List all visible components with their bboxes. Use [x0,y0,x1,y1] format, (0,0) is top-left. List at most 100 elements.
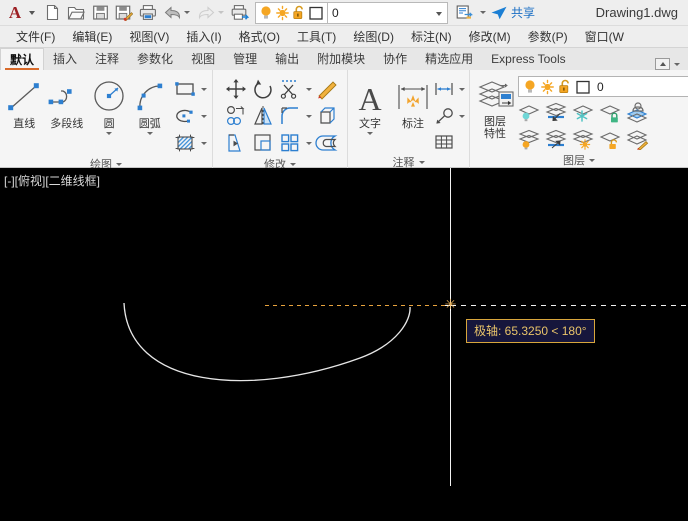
menu-edit[interactable]: 编辑(E) [64,26,121,47]
table-tool[interactable] [432,130,456,154]
leader-tool[interactable] [432,104,456,128]
layer-thaw-all-tool[interactable] [570,126,596,152]
app-menu-chevron-down-icon[interactable] [29,10,35,15]
plot-button[interactable] [136,1,160,25]
hatch-tool[interactable] [172,130,198,156]
workspace-switch-button[interactable] [452,1,476,25]
layer-make-current-tool[interactable] [624,99,650,125]
layer-unisolate-tool[interactable] [543,126,569,152]
leader-chevron-down-icon[interactable] [457,103,466,129]
current-layer-combo[interactable]: 0 [518,76,688,97]
layer-isolate-tool[interactable] [543,99,569,125]
undo-button[interactable] [160,1,184,25]
panel-modify-chevron-down-icon[interactable] [290,162,296,166]
mirror-tool[interactable] [250,103,276,129]
menu-view[interactable]: 视图(V) [121,26,178,47]
array-chevron-down-icon[interactable] [304,130,313,156]
menu-window[interactable]: 窗口(W [577,26,633,47]
tab-collaborate[interactable]: 协作 [374,48,416,70]
rectangle-chevron-down-icon[interactable] [199,76,208,102]
copy-tool[interactable] [223,103,249,129]
color-swatch-white-icon[interactable] [308,5,324,21]
layer-lock-tool[interactable] [597,99,623,125]
padlock-unlocked-icon[interactable] [292,5,306,21]
drawing-canvas[interactable]: [-][俯视][二维线框] ✳ 极轴: 65.3250 < 180° [0,168,688,521]
ribbon-options-chevron-down-icon[interactable] [674,62,680,66]
rotate-tool[interactable] [250,76,276,102]
tab-insert[interactable]: 插入 [44,48,86,70]
tab-output[interactable]: 输出 [266,48,308,70]
menu-draw[interactable]: 绘图(D) [345,26,403,47]
layer-unlock-tool[interactable] [597,126,623,152]
tab-view[interactable]: 视图 [182,48,224,70]
move-tool[interactable] [223,76,249,102]
tab-annotate[interactable]: 注释 [86,48,128,70]
layer-properties-button[interactable]: 图层 特性 [474,74,516,140]
ellipse-tool[interactable] [172,103,198,129]
save-button[interactable] [88,1,112,25]
scale-tool[interactable] [250,130,276,156]
menu-insert[interactable]: 插入(I) [178,26,230,47]
app-logo-button[interactable]: A [2,1,28,25]
menu-format[interactable]: 格式(O) [231,26,289,47]
polyline-tool[interactable]: 多段线 [45,74,89,131]
panel-annotation-chevron-down-icon[interactable] [418,160,425,164]
linear-dimension-tool[interactable] [432,77,456,101]
line-tool[interactable]: 直线 [4,74,45,131]
trim-chevron-down-icon[interactable] [304,76,313,102]
lightbulb-on-icon[interactable] [523,79,537,95]
undo-chevron-down-icon[interactable] [184,11,190,14]
panel-layers-chevron-down-icon[interactable] [589,158,595,162]
fillet-tool[interactable] [277,103,303,129]
share-button[interactable]: 共享 [490,4,535,21]
redo-button[interactable] [194,1,218,25]
stretch-tool[interactable] [223,130,249,156]
save-as-button[interactable] [112,1,136,25]
layer-turn-all-on-tool[interactable] [516,126,542,152]
ribbon-minimize-control[interactable] [655,58,680,70]
new-file-button[interactable] [40,1,64,25]
panel-draw-chevron-down-icon[interactable] [116,162,122,166]
lightbulb-on-icon[interactable] [259,5,273,21]
text-tool-chevron-down-icon[interactable] [367,132,373,135]
circle-tool[interactable]: 圆 [89,74,130,135]
plot-preview-button[interactable] [228,1,252,25]
ellipse-chevron-down-icon[interactable] [199,103,208,129]
menu-modify[interactable]: 修改(M) [461,26,520,47]
erase-tool[interactable] [314,76,340,102]
text-tool[interactable]: A 文字 [352,74,388,135]
qat-current-layer-combo[interactable]: 0 [328,1,448,24]
fillet-chevron-down-icon[interactable] [304,103,313,129]
tab-manage[interactable]: 管理 [224,48,266,70]
menu-file[interactable]: 文件(F) [8,26,64,47]
sun-thaw-icon[interactable] [275,5,290,21]
menu-tools[interactable]: 工具(T) [289,26,345,47]
tab-home[interactable]: 默认 [0,48,45,70]
tab-featured-apps[interactable]: 精选应用 [416,48,482,70]
array-tool[interactable] [277,130,303,156]
arc-tool-chevron-down-icon[interactable] [146,132,153,135]
layer-freeze-tool[interactable] [570,99,596,125]
layer-off-tool[interactable] [516,99,542,125]
menu-parametric[interactable]: 参数(P) [520,26,577,47]
tab-express-tools[interactable]: Express Tools [482,48,574,70]
redo-chevron-down-icon[interactable] [218,11,224,14]
offset-tool[interactable] [314,130,340,156]
hatch-chevron-down-icon[interactable] [199,130,208,156]
panel-layers-label-row[interactable]: 图层 [470,152,688,168]
qat-layer-chevron-down-icon[interactable] [436,11,442,16]
ribbon-collapse-up-icon[interactable] [655,58,670,70]
circle-tool-chevron-down-icon[interactable] [106,132,113,135]
color-swatch-white-icon[interactable] [575,79,591,95]
tab-parametric[interactable]: 参数化 [128,48,182,70]
open-file-button[interactable] [64,1,88,25]
explode-tool[interactable] [314,103,340,129]
layer-match-tool[interactable] [624,126,650,152]
padlock-unlocked-icon[interactable] [558,79,572,95]
linear-dimension-chevron-down-icon[interactable] [457,76,466,102]
rectangle-tool[interactable] [172,76,198,102]
sun-thaw-icon[interactable] [540,79,555,95]
menu-dimension[interactable]: 标注(N) [403,26,461,47]
trim-tool[interactable] [277,76,303,102]
dimension-tool[interactable]: 标注 [394,74,432,131]
